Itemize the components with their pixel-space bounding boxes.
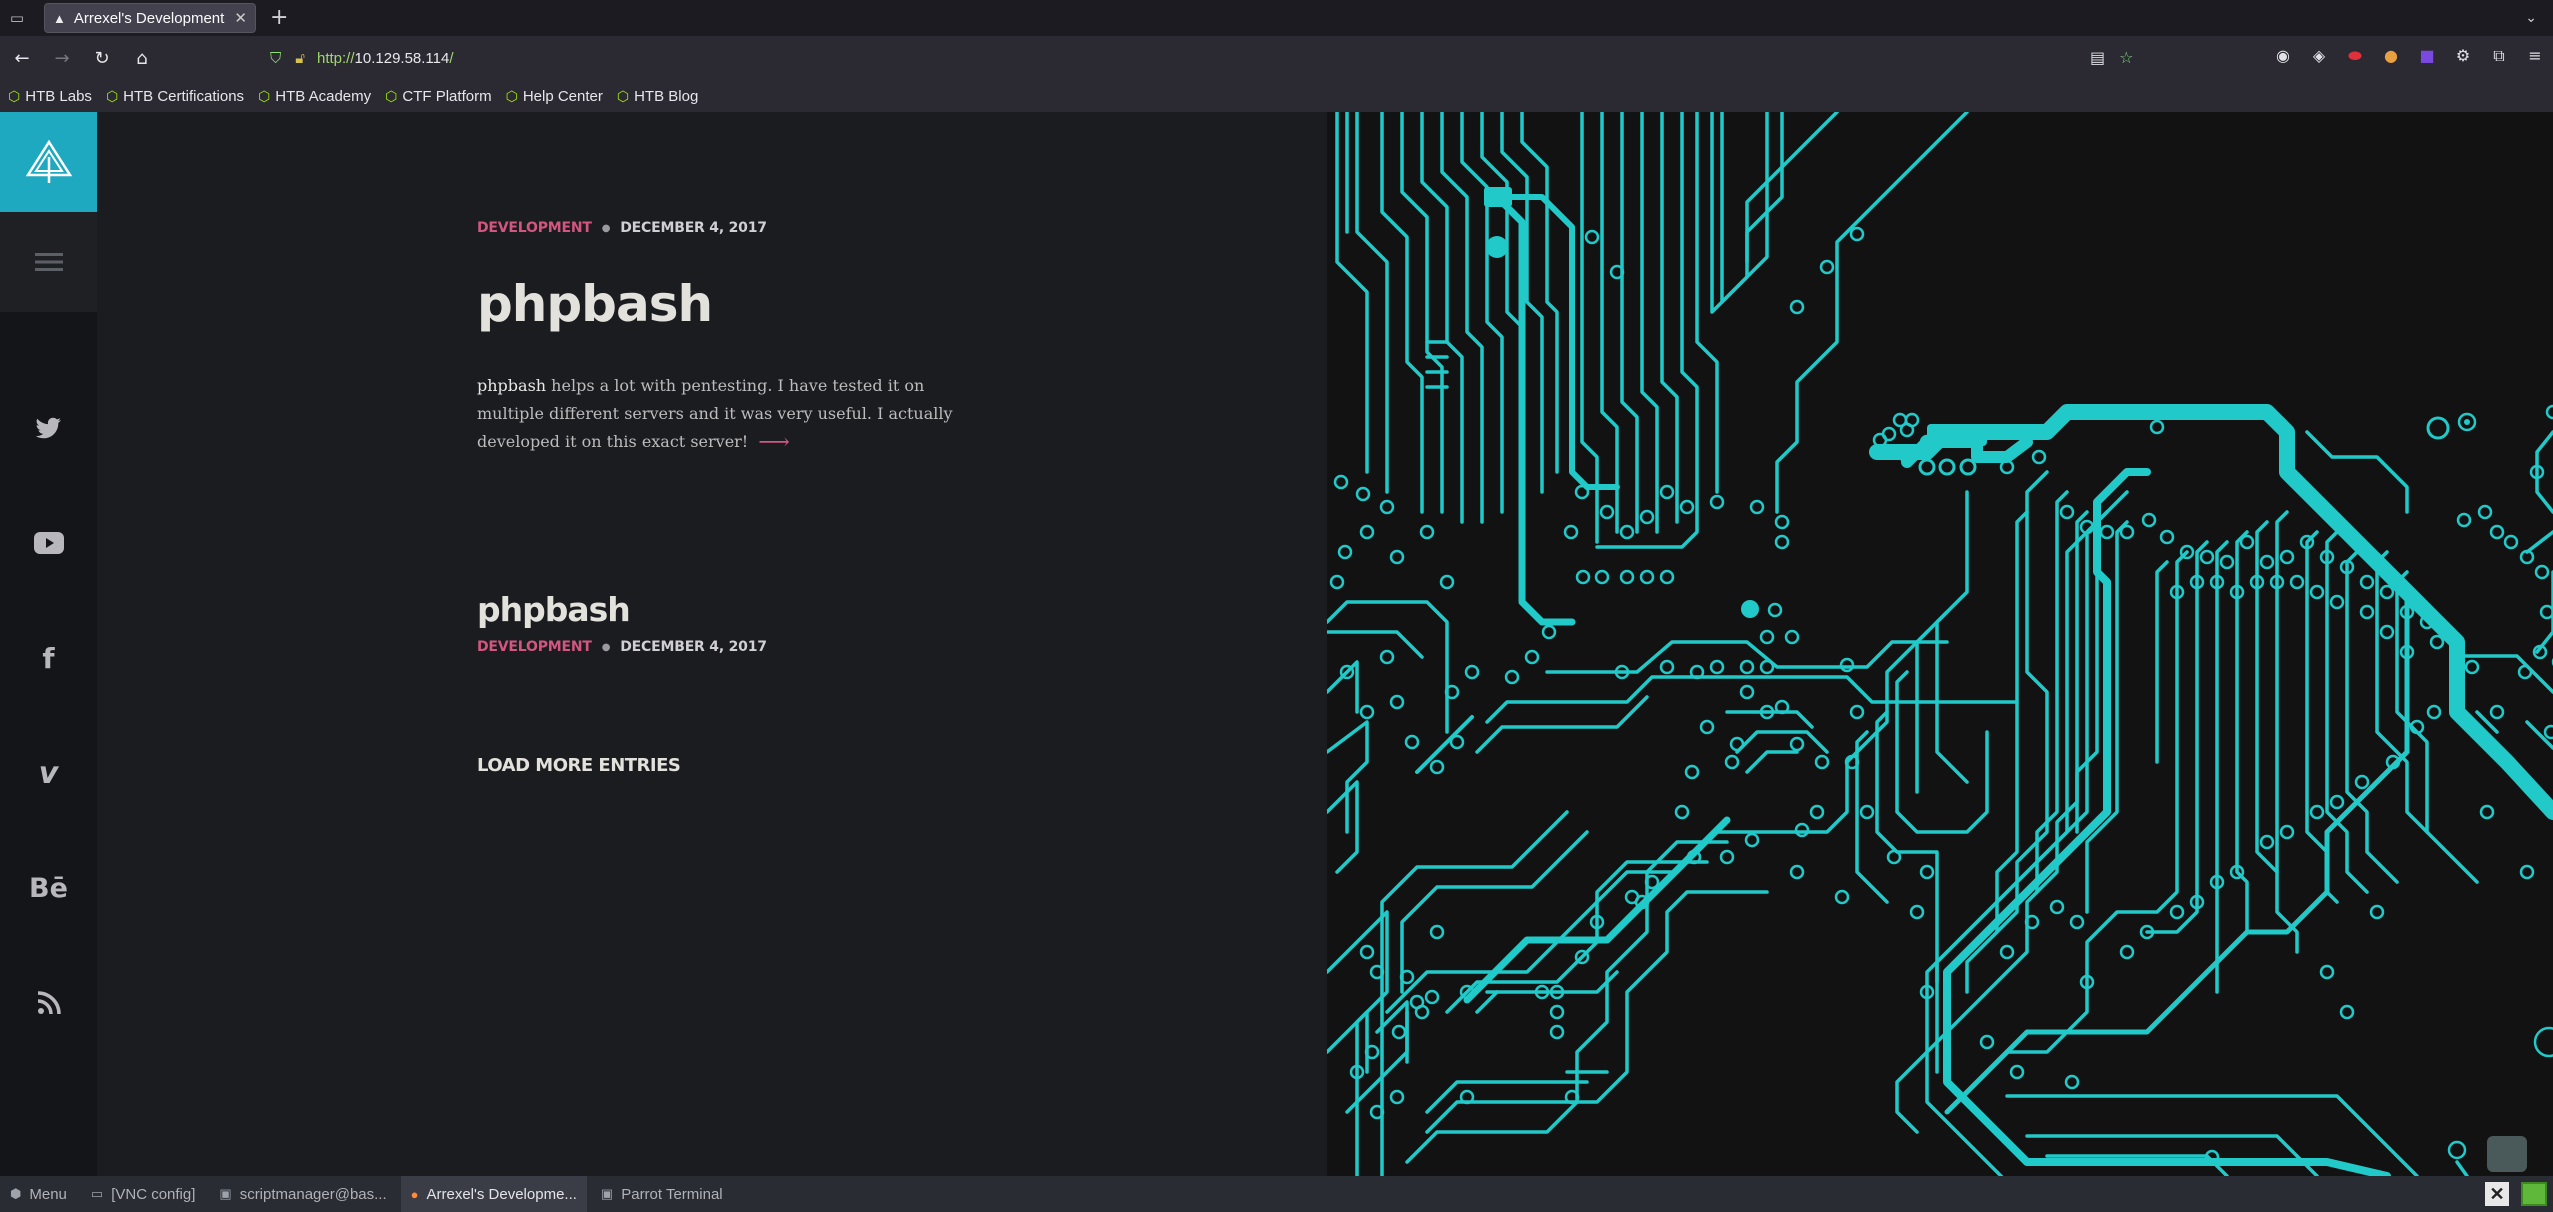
bookmark-ctf-platform[interactable]: ⬡ CTF Platform xyxy=(385,88,491,105)
home-icon[interactable]: ⌂ xyxy=(124,40,160,76)
site-favicon-icon: ▲ xyxy=(53,10,66,26)
start-menu-button[interactable]: ⬢ Menu xyxy=(0,1176,77,1212)
bookmark-htb-blog[interactable]: ⬡ HTB Blog xyxy=(617,88,698,105)
htb-cube-icon: ⬡ xyxy=(258,87,271,104)
post-date: DECEMBER 4, 2017 xyxy=(620,220,767,236)
extension-red-icon[interactable]: ⬬ xyxy=(2345,46,2365,66)
vimeo-link[interactable]: v xyxy=(0,753,97,793)
extension-settings-icon[interactable]: ⚙ xyxy=(2453,46,2473,66)
site-logo[interactable] xyxy=(0,112,97,212)
window-icon: ▭ xyxy=(90,1186,104,1201)
reload-icon[interactable]: ↻ xyxy=(84,40,120,76)
list-all-tabs-icon[interactable]: ▭ xyxy=(0,0,34,36)
url-text[interactable]: http://10.129.58.114/ xyxy=(317,50,454,67)
featured-post-title[interactable]: phpbash xyxy=(477,274,713,334)
account-icon[interactable]: ◉ xyxy=(2273,46,2293,66)
htb-cube-icon: ⬡ xyxy=(105,87,119,104)
youtube-link[interactable] xyxy=(0,523,97,563)
circuit-board-illustration xyxy=(1327,112,2553,1176)
htb-cube-icon: ⬡ xyxy=(8,87,21,104)
taskbar-item-terminal-scriptmanager[interactable]: ▣ scriptmanager@bas... xyxy=(209,1176,396,1212)
twitter-icon xyxy=(35,417,61,439)
bookmark-star-icon[interactable]: ☆ xyxy=(2119,48,2133,67)
meta-separator: ● xyxy=(601,641,611,653)
vimeo-icon: v xyxy=(38,755,59,791)
bookmarks-toolbar: ⬡ HTB Labs ⬡ HTB Certifications ⬡ HTB Acade… xyxy=(0,80,2553,112)
behance-icon: Bē xyxy=(29,872,68,904)
post-category-link[interactable]: DEVELOPMENT xyxy=(477,639,592,655)
post-date: DECEMBER 4, 2017 xyxy=(620,639,767,655)
bookmark-htb-labs[interactable]: ⬡ HTB Labs xyxy=(8,88,92,105)
tab-title: Arrexel's Development Si xyxy=(73,9,229,27)
terminal-icon: ▣ xyxy=(219,1186,232,1201)
insecure-lock-icon[interactable]: 🔓︎ xyxy=(295,50,305,67)
extensions-puzzle-icon[interactable]: ⧉ xyxy=(2489,46,2509,66)
rss-icon xyxy=(37,991,61,1015)
tracking-protection-shield-icon[interactable]: ⛉ xyxy=(270,50,281,67)
site-sidebar: f v Bē xyxy=(0,112,97,1176)
url-bar[interactable]: ⛉ 🔓︎ http://10.129.58.114/ xyxy=(262,41,2132,75)
taskbar-item-parrot-terminal[interactable]: ▣ Parrot Terminal xyxy=(591,1176,733,1212)
terminal-icon: ▣ xyxy=(600,1186,614,1201)
htb-cube-icon: ⬡ xyxy=(385,87,398,104)
rss-link[interactable] xyxy=(0,983,97,1023)
parrot-logo-icon: ⬢ xyxy=(10,1186,22,1201)
taskbar-item-vnc-config[interactable]: ▭ [VNC config] xyxy=(81,1176,206,1212)
hamburger-menu-icon xyxy=(34,253,63,271)
htb-cube-icon: ⬡ xyxy=(616,87,630,104)
second-post-title[interactable]: phpbash xyxy=(477,590,631,630)
behance-link[interactable]: Bē xyxy=(0,868,97,908)
forward-icon[interactable]: → xyxy=(44,40,80,76)
twitter-link[interactable] xyxy=(0,408,97,448)
load-more-entries-button[interactable]: LOAD MORE ENTRIES xyxy=(477,755,681,776)
navigation-toolbar: ← → ↻ ⌂ ⛉ 🔓︎ http://10.129.58.114/ ▤ ☆ ◉… xyxy=(0,36,2553,80)
extension-cookie-icon[interactable]: ● xyxy=(2381,46,2401,66)
tree-logo-icon xyxy=(25,139,72,183)
tab-overflow-chevron-icon[interactable]: ⌄ xyxy=(2525,10,2537,26)
meta-separator: ● xyxy=(601,222,611,234)
facebook-icon: f xyxy=(42,641,55,675)
reader-view-icon[interactable]: ▤ xyxy=(2090,48,2105,67)
post-category-link[interactable]: DEVELOPMENT xyxy=(477,220,592,236)
taskbar-item-firefox[interactable]: ● Arrexel's Developme... xyxy=(400,1176,587,1212)
youtube-icon xyxy=(33,532,64,554)
htb-cube-icon: ⬡ xyxy=(505,87,518,104)
second-post-meta: DEVELOPMENT ● DECEMBER 4, 2017 xyxy=(477,639,767,655)
bookmark-help-center[interactable]: ⬡ Help Center xyxy=(506,88,603,105)
back-icon[interactable]: ← xyxy=(4,40,40,76)
firefox-icon: ● xyxy=(410,1186,419,1202)
featured-post-excerpt: phpbash helps a lot with pentesting. I h… xyxy=(477,376,953,455)
new-tab-icon[interactable]: + xyxy=(270,7,288,29)
app-menu-icon[interactable]: ≡ xyxy=(2525,46,2545,66)
bookmark-htb-certifications[interactable]: ⬡ HTB Certifications xyxy=(106,88,244,105)
tab-bar: ▭ ▲ Arrexel's Development Si ✕ + ⌄ xyxy=(0,0,2553,36)
os-taskbar: ⬢ Menu ▭ [VNC config] ▣ scriptmanager@ba… xyxy=(0,1176,2553,1212)
bookmark-htb-academy[interactable]: ⬡ HTB Academy xyxy=(258,88,371,105)
read-more-arrow-icon[interactable]: ⟶ xyxy=(758,430,790,455)
circuit-board-hero-image xyxy=(1327,112,2553,1176)
featured-post-meta: DEVELOPMENT ● DECEMBER 4, 2017 xyxy=(477,220,767,236)
tab-active[interactable]: ▲ Arrexel's Development Si ✕ xyxy=(44,3,256,33)
tray-network-icon[interactable] xyxy=(2521,1182,2547,1206)
extension-wappalyzer-icon[interactable]: ◈ xyxy=(2309,46,2329,66)
tray-close-icon[interactable]: ✕ xyxy=(2485,1182,2509,1206)
web-page: f v Bē DEVELOPMENT ● DECEMBER 4, 2017 ph… xyxy=(0,112,2553,1176)
close-tab-icon[interactable]: ✕ xyxy=(234,9,247,27)
extension-purple-icon[interactable]: ■ xyxy=(2417,46,2437,66)
facebook-link[interactable]: f xyxy=(0,638,97,678)
menu-toggle-button[interactable] xyxy=(0,212,97,312)
